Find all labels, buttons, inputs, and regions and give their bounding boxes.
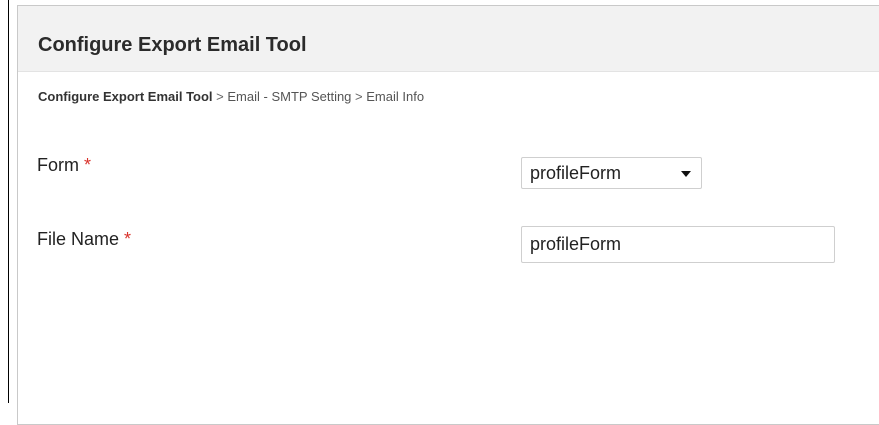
breadcrumb: Configure Export Email Tool > Email - SM… [38,89,424,104]
form-label-text: Form [37,155,79,175]
breadcrumb-item-email-info[interactable]: Email Info [366,89,424,104]
export-email-dialog: Configure Export Email Tool Configure Ex… [17,5,879,425]
window-edge [8,0,9,403]
form-select[interactable]: profileForm [521,157,702,189]
form-select-value: profileForm [530,163,622,183]
dialog-header: Configure Export Email Tool [18,6,879,72]
form-label: Form * [37,155,91,176]
breadcrumb-separator: > [216,89,228,104]
file-name-input[interactable] [521,226,835,263]
required-marker: * [84,155,92,175]
breadcrumb-item-smtp[interactable]: Email - SMTP Setting [227,89,351,104]
chevron-down-icon [681,171,691,177]
file-name-label-text: File Name [37,229,120,249]
page-title: Configure Export Email Tool [38,34,307,56]
breadcrumb-separator: > [355,89,367,104]
file-name-label: File Name * [37,229,131,250]
required-marker: * [124,229,132,249]
breadcrumb-item-configure[interactable]: Configure Export Email Tool [38,89,213,104]
